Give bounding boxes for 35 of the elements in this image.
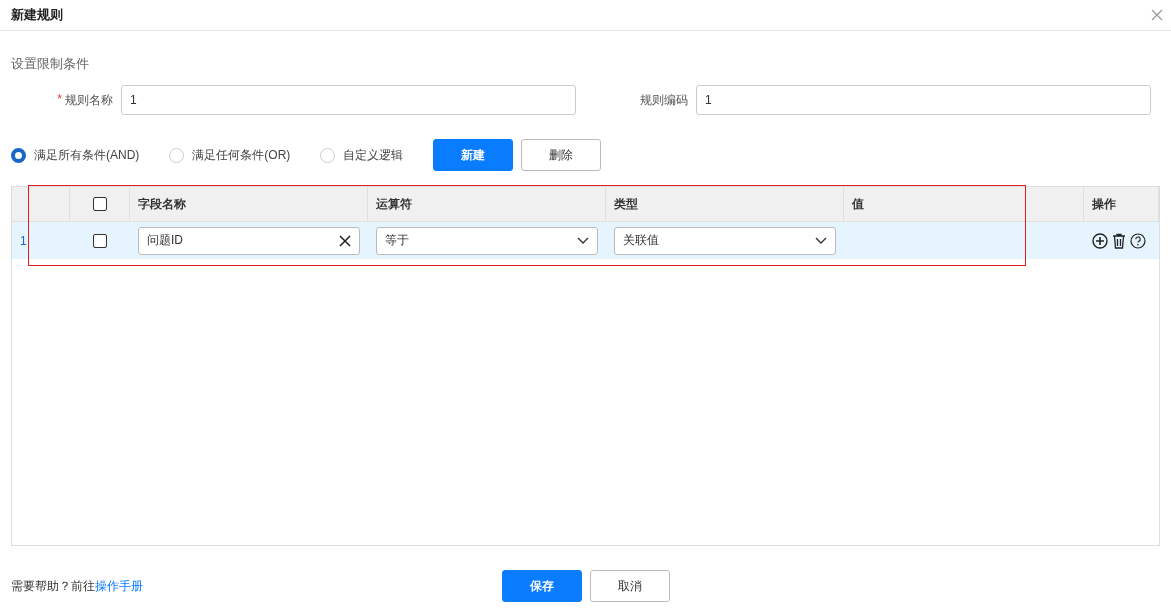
field-label: 规则编码 <box>640 92 688 107</box>
chevron-down-icon <box>577 236 589 245</box>
row-number-cell: 1 <box>12 222 70 259</box>
add-button[interactable]: 新建 <box>433 139 514 171</box>
section-title: 设置限制条件 <box>11 55 90 73</box>
column-header: 值 <box>852 195 864 213</box>
required-mark: * <box>57 91 62 108</box>
field-name-input[interactable]: 问题ID <box>138 226 360 255</box>
checkbox[interactable] <box>92 197 107 211</box>
operator-select[interactable]: 等于 <box>376 226 598 255</box>
radio-label[interactable]: 自定义逻辑 <box>343 146 404 164</box>
type-select[interactable]: 关联值 <box>614 226 836 255</box>
field-label: 规则名称 <box>65 91 113 109</box>
close-icon[interactable] <box>1151 9 1163 21</box>
text-input[interactable]: 1 <box>121 85 576 115</box>
dialog-title: 新建规则 <box>11 6 63 24</box>
text-input[interactable]: 1 <box>696 85 1151 115</box>
radio-label[interactable]: 满足所有条件(AND) <box>34 146 140 164</box>
checkbox[interactable] <box>93 233 107 248</box>
help-text: 需要帮助？前往 <box>11 578 95 593</box>
delete-button[interactable]: 删除 <box>521 139 602 171</box>
column-header: 操作 <box>1092 195 1116 213</box>
radio-button[interactable] <box>11 147 26 163</box>
column-header: 运算符 <box>376 195 412 213</box>
trash-icon[interactable] <box>1112 232 1126 249</box>
chevron-down-icon <box>815 236 827 245</box>
column-header: 字段名称 <box>138 195 186 213</box>
column-header: 类型 <box>614 195 638 213</box>
cancel-button[interactable]: 取消 <box>590 570 670 602</box>
help-icon[interactable] <box>1130 232 1146 249</box>
clear-icon[interactable] <box>339 234 351 247</box>
radio-label[interactable]: 满足任何条件(OR) <box>192 146 291 164</box>
manual-link[interactable]: 操作手册 <box>95 578 143 593</box>
save-button[interactable]: 保存 <box>502 570 582 602</box>
add-circle-icon[interactable] <box>1092 232 1108 249</box>
